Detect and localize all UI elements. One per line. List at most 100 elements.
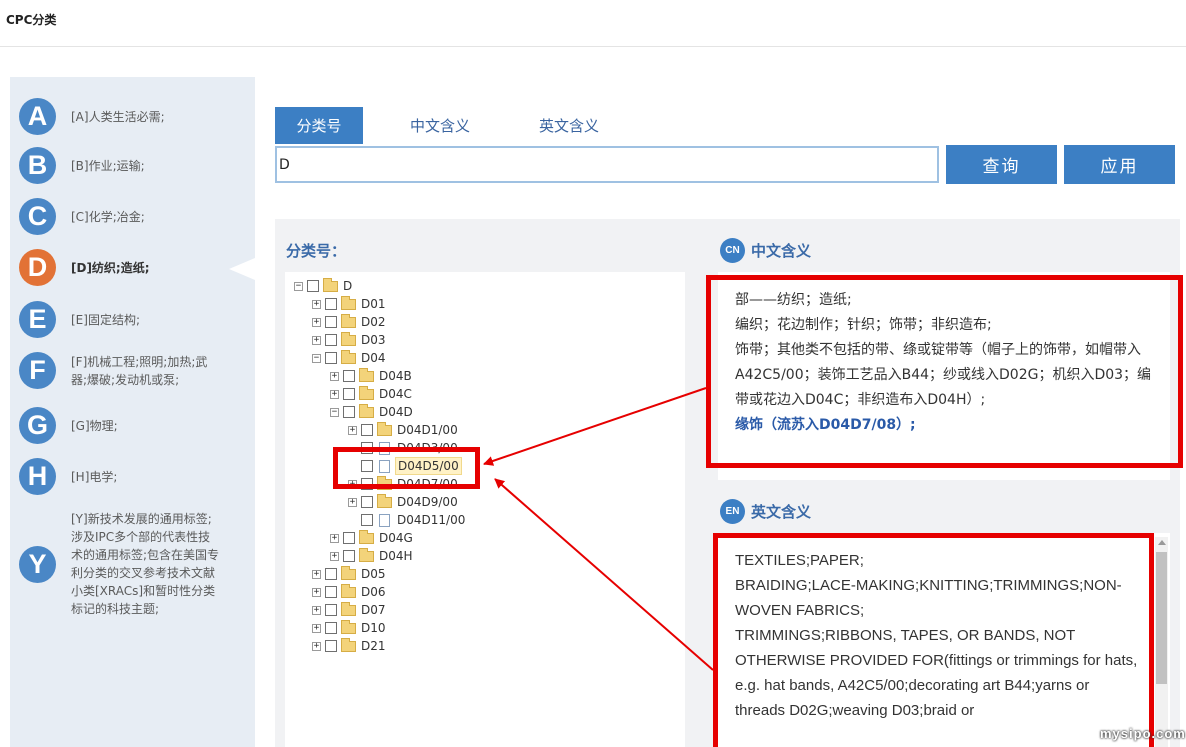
tree-node-d04g[interactable]: + D04G xyxy=(330,529,415,547)
sidebar-item-y[interactable]: Y [Y]新技术发展的通用标签;涉及IPC多个部的代表性技术的通用标签;包含在美… xyxy=(19,510,221,618)
tree-node-d02[interactable]: + D02 xyxy=(312,313,388,331)
folder-icon xyxy=(341,295,356,310)
tree-node-checkbox[interactable] xyxy=(325,604,337,616)
sidebar-item-b[interactable]: B [B]作业;运输; xyxy=(19,147,221,184)
expand-icon[interactable]: + xyxy=(348,497,357,507)
tree-node-label[interactable]: D03 xyxy=(359,332,388,348)
tab-chinese-meaning[interactable]: 中文含义 xyxy=(395,107,485,144)
sidebar-item-g[interactable]: G [G]物理; xyxy=(19,407,221,444)
collapse-icon[interactable]: − xyxy=(294,281,303,291)
tree-node-d07[interactable]: + D07 xyxy=(312,601,388,619)
tree-node-label[interactable]: D04 xyxy=(359,350,388,366)
tree-node-checkbox[interactable] xyxy=(325,622,337,634)
tab-classification-number[interactable]: 分类号 xyxy=(275,107,363,144)
expand-icon[interactable]: + xyxy=(330,389,339,399)
tree-node-checkbox[interactable] xyxy=(325,298,337,310)
collapse-icon[interactable]: − xyxy=(312,353,321,363)
scroll-up-arrow-icon[interactable] xyxy=(1158,540,1166,545)
tree-node-label[interactable]: D07 xyxy=(359,602,388,618)
tree-node-checkbox[interactable] xyxy=(325,640,337,652)
tree-node-d04[interactable]: − D04 xyxy=(312,349,388,367)
tree-node-label[interactable]: D02 xyxy=(359,314,388,330)
tree-node-d01[interactable]: + D01 xyxy=(312,295,388,313)
tree-node-label[interactable]: D21 xyxy=(359,638,388,654)
tree-node-checkbox[interactable] xyxy=(361,496,373,508)
sidebar-item-h[interactable]: H [H]电学; xyxy=(19,458,221,495)
tree-node-label[interactable]: D04B xyxy=(377,368,414,384)
expand-icon[interactable]: + xyxy=(330,371,339,381)
tree-node-label[interactable]: D xyxy=(341,278,354,294)
tree-node-label[interactable]: D06 xyxy=(359,584,388,600)
tree-node-label[interactable]: D04G xyxy=(377,530,415,546)
tree-node-d03[interactable]: + D03 xyxy=(312,331,388,349)
tree-node-checkbox[interactable] xyxy=(325,334,337,346)
tree-node-d21[interactable]: + D21 xyxy=(312,637,388,655)
expand-icon[interactable]: + xyxy=(312,299,321,309)
tree-node-checkbox[interactable] xyxy=(343,370,355,382)
en-badge-icon: EN xyxy=(720,499,745,524)
expand-icon[interactable]: + xyxy=(312,335,321,345)
tree-node-d10[interactable]: + D10 xyxy=(312,619,388,637)
tree-node-label[interactable]: D04D xyxy=(377,404,415,420)
tree-node-d04d9-00[interactable]: + D04D9/00 xyxy=(348,493,460,511)
tree-node-d04d1-00[interactable]: + D04D1/00 xyxy=(348,421,460,439)
tree-node-label[interactable]: D04H xyxy=(377,548,415,564)
tree-node-checkbox[interactable] xyxy=(361,514,373,526)
tree-node-d04h[interactable]: + D04H xyxy=(330,547,415,565)
expand-icon[interactable]: + xyxy=(312,569,321,579)
tree-node-label[interactable]: D10 xyxy=(359,620,388,636)
tree-node-checkbox[interactable] xyxy=(325,586,337,598)
tree-node-label[interactable]: D04D9/00 xyxy=(395,494,460,510)
tree-node-d05[interactable]: + D05 xyxy=(312,565,388,583)
tree-node-d04d11-00[interactable]: D04D11/00 xyxy=(348,511,467,529)
section-letter-a-icon: A xyxy=(19,98,56,135)
tab-english-meaning[interactable]: 英文含义 xyxy=(522,107,616,144)
sidebar-item-label: [C]化学;冶金; xyxy=(71,209,145,224)
folder-icon xyxy=(359,385,374,400)
tree-node-d[interactable]: − D xyxy=(294,277,354,295)
section-letter-c-icon: C xyxy=(19,198,56,235)
scrollbar-thumb[interactable] xyxy=(1156,552,1167,684)
tree-node-d04c[interactable]: + D04C xyxy=(330,385,414,403)
tree-node-label[interactable]: D04D11/00 xyxy=(395,512,467,528)
tree-node-checkbox[interactable] xyxy=(343,406,355,418)
expand-icon[interactable]: + xyxy=(312,641,321,651)
sidebar-item-c[interactable]: C [C]化学;冶金; xyxy=(19,198,221,235)
collapse-icon[interactable]: − xyxy=(330,407,339,417)
expand-icon[interactable]: + xyxy=(312,605,321,615)
expand-icon[interactable]: + xyxy=(312,587,321,597)
expand-icon[interactable]: + xyxy=(330,533,339,543)
expand-icon[interactable]: + xyxy=(348,425,357,435)
tree-node-label[interactable]: D01 xyxy=(359,296,388,312)
tree-node-checkbox[interactable] xyxy=(325,568,337,580)
tree-node-checkbox[interactable] xyxy=(361,424,373,436)
tree-node-d04b[interactable]: + D04B xyxy=(330,367,414,385)
folder-icon xyxy=(341,637,356,652)
expand-icon[interactable]: + xyxy=(330,551,339,561)
search-input[interactable] xyxy=(275,146,939,183)
sidebar-item-d[interactable]: D [D]纺织;造纸; xyxy=(19,249,221,286)
query-button[interactable]: 查询 xyxy=(946,145,1057,184)
cn-badge-icon: CN xyxy=(720,238,745,263)
tree-node-checkbox[interactable] xyxy=(307,280,319,292)
tree-node-checkbox[interactable] xyxy=(343,388,355,400)
sidebar-item-a[interactable]: A [A]人类生活必需; xyxy=(19,98,221,135)
tree-node-label[interactable]: D04C xyxy=(377,386,414,402)
tree-node-d04d[interactable]: − D04D xyxy=(330,403,415,421)
expand-icon[interactable]: + xyxy=(312,623,321,633)
tree-node-checkbox[interactable] xyxy=(325,316,337,328)
tree-node-checkbox[interactable] xyxy=(343,532,355,544)
tree-node-checkbox[interactable] xyxy=(325,352,337,364)
tree-node-checkbox[interactable] xyxy=(343,550,355,562)
sidebar-item-label: [B]作业;运输; xyxy=(71,158,145,173)
sidebar-item-label: [E]固定结构; xyxy=(71,312,140,327)
tree-node-label[interactable]: D05 xyxy=(359,566,388,582)
sidebar-item-e[interactable]: E [E]固定结构; xyxy=(19,301,221,338)
tree-node-d06[interactable]: + D06 xyxy=(312,583,388,601)
folder-icon xyxy=(359,367,374,382)
tree-node-label[interactable]: D04D1/00 xyxy=(395,422,460,438)
sidebar-item-f[interactable]: F [F]机械工程;照明;加热;武器;爆破;发动机或泵; xyxy=(19,352,221,389)
sidebar-item-label: [F]机械工程;照明;加热;武器;爆破;发动机或泵; xyxy=(71,354,208,387)
apply-button[interactable]: 应用 xyxy=(1064,145,1175,184)
expand-icon[interactable]: + xyxy=(312,317,321,327)
